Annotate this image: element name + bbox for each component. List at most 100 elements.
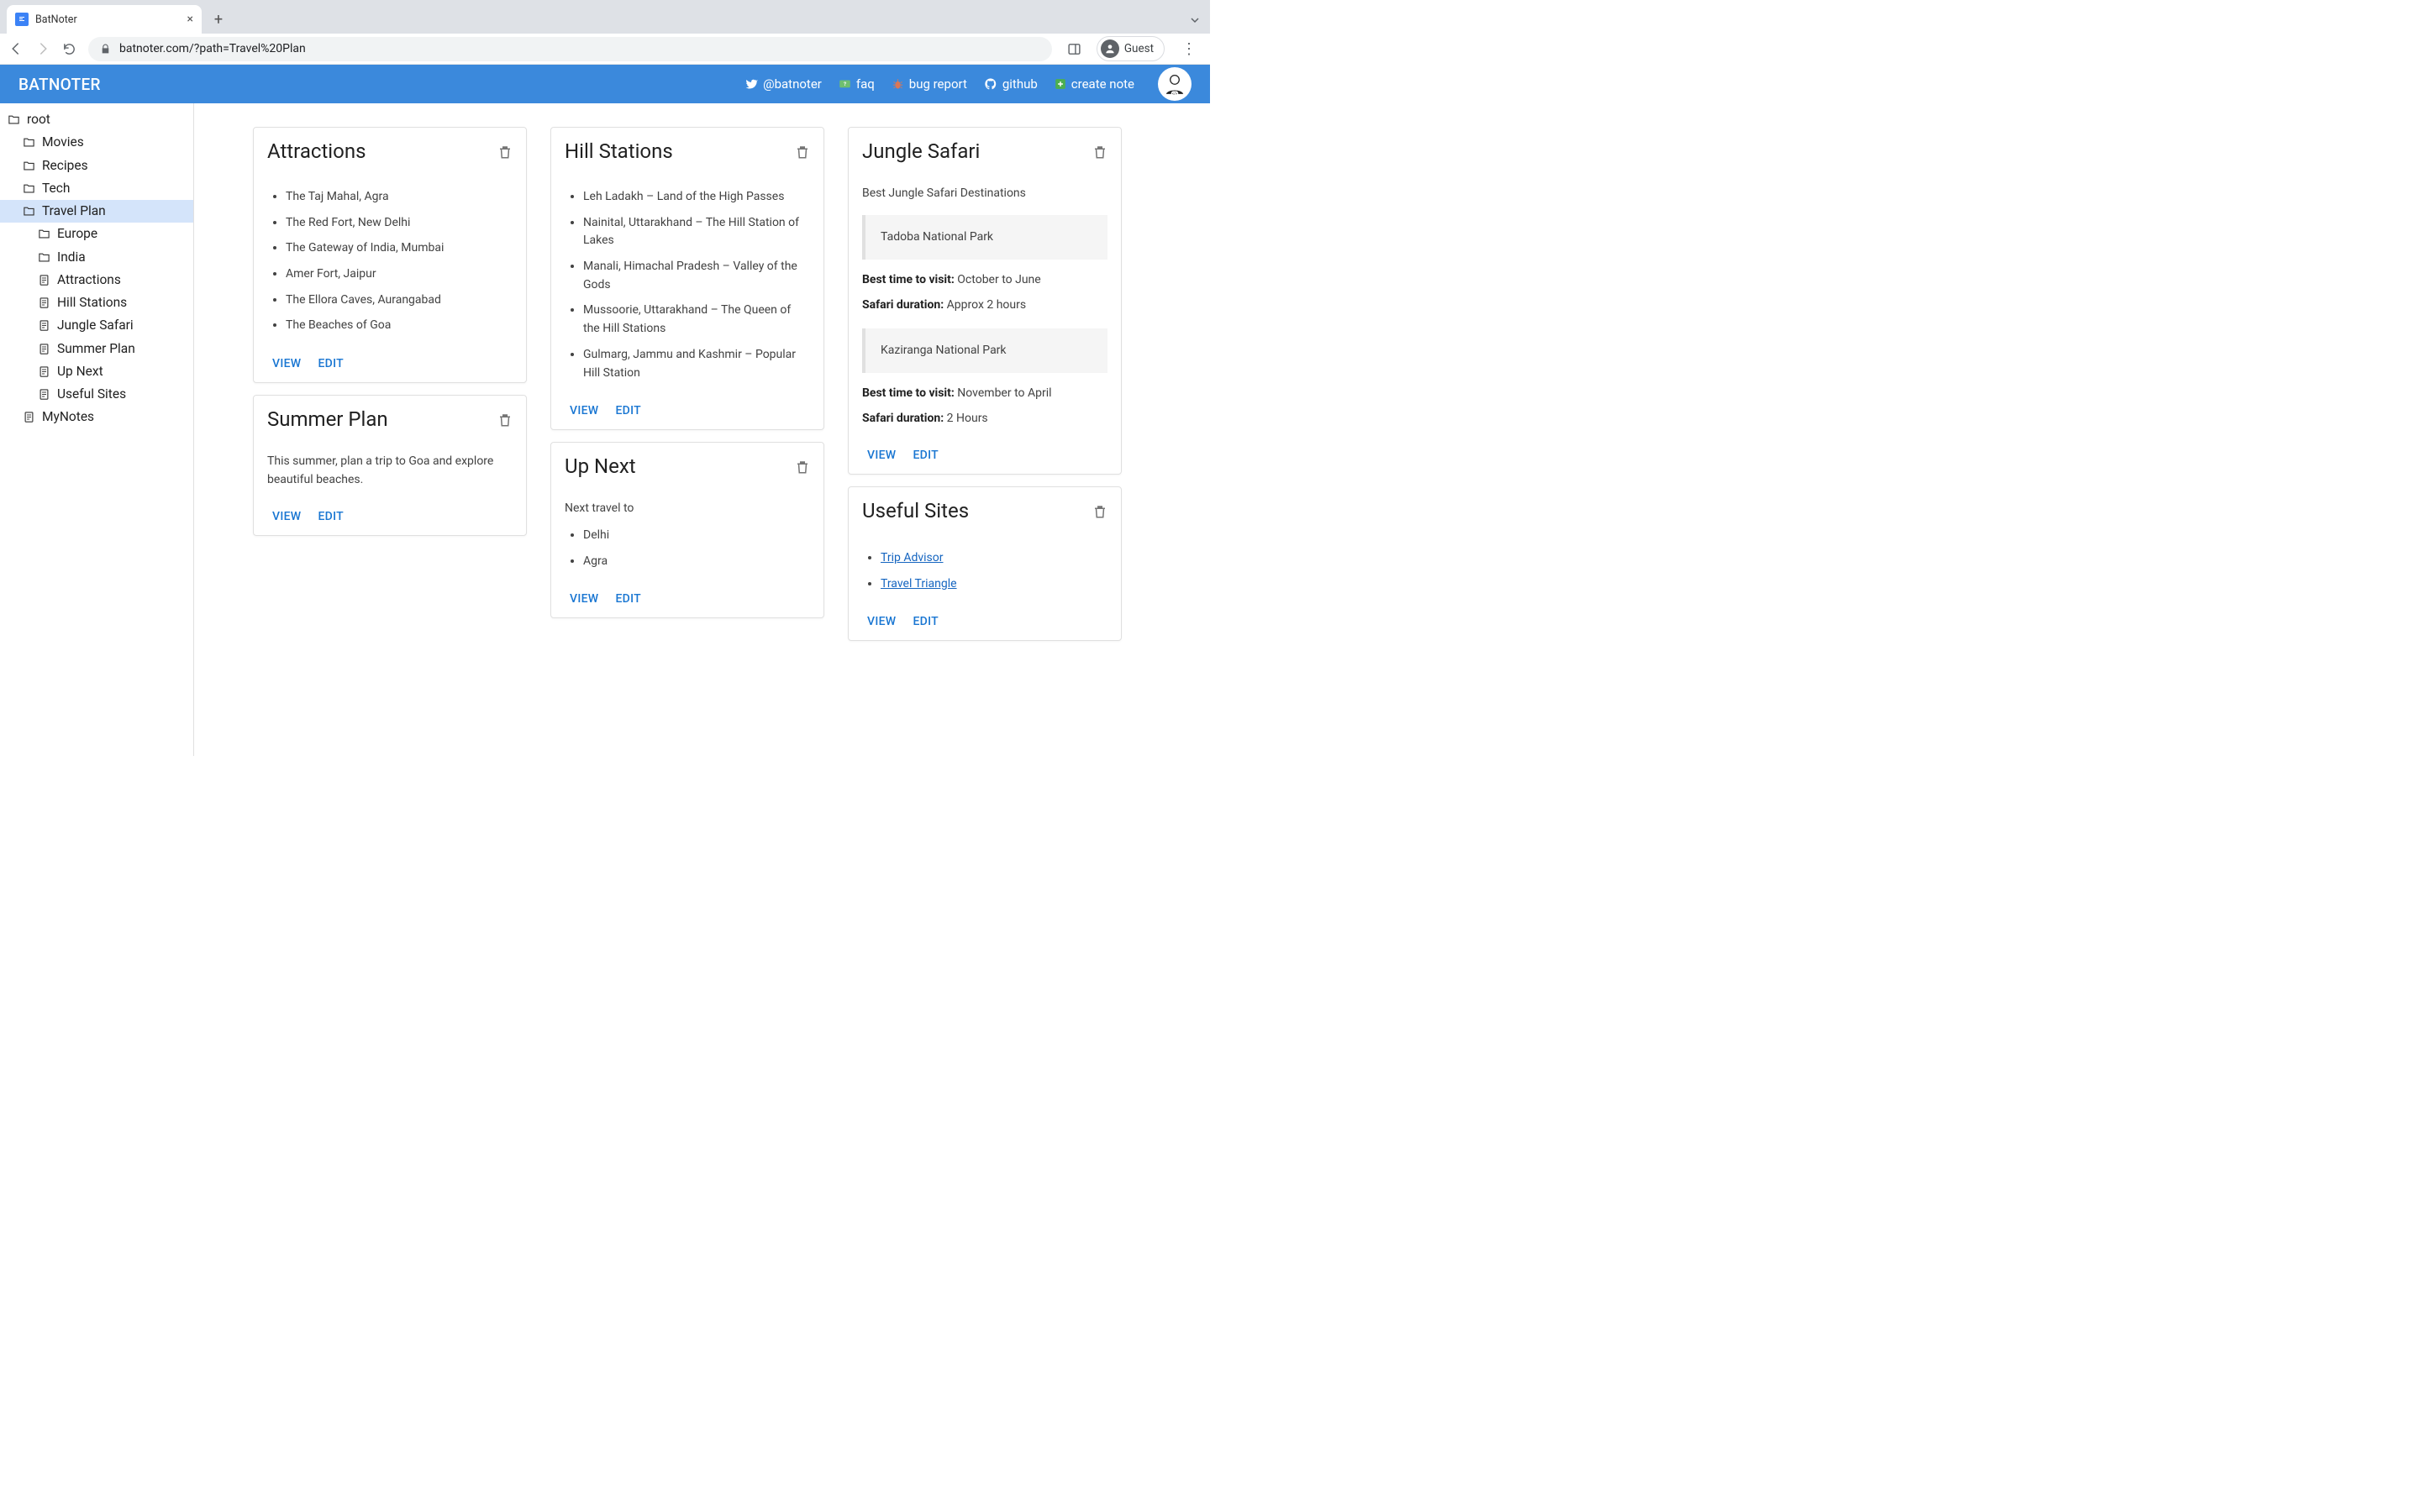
card-text: This summer, plan a trip to Goa and expl… xyxy=(267,453,513,489)
sidebar-item-label: MyNotes xyxy=(42,407,94,427)
close-icon[interactable]: × xyxy=(187,13,193,26)
card-attractions: Attractions The Taj Mahal, AgraThe Red F… xyxy=(253,127,527,383)
edit-button[interactable]: EDIT xyxy=(913,449,939,462)
trash-icon[interactable] xyxy=(1092,499,1107,519)
note-icon xyxy=(37,365,50,378)
folder-icon xyxy=(22,181,35,195)
sidebar-item-up-next[interactable]: Up Next xyxy=(0,360,193,383)
trash-icon[interactable] xyxy=(1092,139,1107,160)
card-intro: Next travel to xyxy=(565,500,810,518)
card-intro: Best Jungle Safari Destinations xyxy=(862,185,1107,203)
new-tab-button[interactable]: + xyxy=(207,8,230,31)
forward-button[interactable] xyxy=(35,41,50,56)
list-item: Delhi xyxy=(583,527,810,545)
sidebar-item-hill-stations[interactable]: Hill Stations xyxy=(0,291,193,314)
card-jungle-safari: Jungle Safari Best Jungle Safari Destina… xyxy=(848,127,1122,475)
view-button[interactable]: VIEW xyxy=(570,404,598,417)
sidebar-item-recipes[interactable]: Recipes xyxy=(0,155,193,177)
folder-icon xyxy=(22,159,35,172)
trash-icon[interactable] xyxy=(497,407,513,428)
github-icon xyxy=(984,77,997,91)
sidebar-item-label: Attractions xyxy=(57,270,121,290)
content-area: Attractions The Taj Mahal, AgraThe Red F… xyxy=(194,103,1210,756)
twitter-icon xyxy=(744,77,758,91)
sidebar-item-label: Recipes xyxy=(42,156,88,176)
card-title: Jungle Safari xyxy=(862,139,980,163)
sidebar-item-root[interactable]: root xyxy=(0,108,193,131)
edit-button[interactable]: EDIT xyxy=(318,510,344,523)
link[interactable]: Trip Advisor xyxy=(881,551,944,564)
sidebar-item-summer-plan[interactable]: Summer Plan xyxy=(0,338,193,360)
sidebar-item-label: Travel Plan xyxy=(42,202,106,221)
browser-toolbar: batnoter.com/?path=Travel%20Plan Guest ⋮ xyxy=(0,34,1210,65)
edit-button[interactable]: EDIT xyxy=(318,357,344,370)
list-item: The Taj Mahal, Agra xyxy=(286,188,513,207)
info-line: Safari duration: Approx 2 hours xyxy=(862,297,1107,315)
sidebar-item-mynotes[interactable]: MyNotes xyxy=(0,406,193,428)
lock-icon xyxy=(100,44,111,55)
sidebar-item-europe[interactable]: Europe xyxy=(0,223,193,245)
sidebar-item-tech[interactable]: Tech xyxy=(0,177,193,200)
tabs-dropdown-icon[interactable] xyxy=(1190,15,1200,25)
person-icon xyxy=(1101,39,1119,58)
view-button[interactable]: VIEW xyxy=(570,592,598,606)
list-item: Travel Triangle xyxy=(881,575,1107,594)
sidebar-item-label: Europe xyxy=(57,224,97,244)
reload-button[interactable] xyxy=(62,42,76,56)
edit-button[interactable]: EDIT xyxy=(615,592,641,606)
brand-title[interactable]: BATNOTER xyxy=(18,75,101,94)
list-item: Agra xyxy=(583,553,810,571)
view-button[interactable]: VIEW xyxy=(867,449,896,462)
back-button[interactable] xyxy=(8,41,24,56)
list-item: Mussoorie, Uttarakhand – The Queen of th… xyxy=(583,302,810,338)
view-button[interactable]: VIEW xyxy=(272,357,301,370)
browser-tab[interactable]: BatNoter × xyxy=(7,5,202,34)
browser-menu-button[interactable]: ⋮ xyxy=(1176,40,1202,58)
view-button[interactable]: VIEW xyxy=(867,615,896,628)
question-icon: ? xyxy=(839,78,851,91)
sidebar-item-travel-plan[interactable]: Travel Plan xyxy=(0,200,193,223)
create-note-button[interactable]: create note xyxy=(1055,76,1134,92)
trash-icon[interactable] xyxy=(795,139,810,160)
svg-text:?: ? xyxy=(844,80,846,87)
github-link[interactable]: github xyxy=(984,76,1038,92)
address-bar[interactable]: batnoter.com/?path=Travel%20Plan xyxy=(88,37,1052,61)
plus-icon xyxy=(1055,78,1066,90)
sidebar-item-label: Summer Plan xyxy=(57,339,135,359)
sidebar-item-label: Up Next xyxy=(57,362,103,381)
list-item: The Beaches of Goa xyxy=(286,317,513,335)
sidebar-item-useful-sites[interactable]: Useful Sites xyxy=(0,383,193,406)
sidebar-item-movies[interactable]: Movies xyxy=(0,131,193,154)
avatar[interactable]: </> xyxy=(1158,67,1192,101)
faq-link[interactable]: ? faq xyxy=(839,76,875,92)
info-line: Safari duration: 2 Hours xyxy=(862,410,1107,428)
sidebar-item-attractions[interactable]: Attractions xyxy=(0,269,193,291)
list-item: The Gateway of India, Mumbai xyxy=(286,239,513,258)
view-button[interactable]: VIEW xyxy=(272,510,301,523)
trash-icon[interactable] xyxy=(497,139,513,160)
folder-icon xyxy=(37,250,50,264)
list-item: Amer Fort, Jaipur xyxy=(286,265,513,284)
link[interactable]: Travel Triangle xyxy=(881,577,957,591)
sidebar-item-jungle-safari[interactable]: Jungle Safari xyxy=(0,314,193,337)
list-item: Trip Advisor xyxy=(881,549,1107,568)
bug-report-link[interactable]: bug report xyxy=(892,76,967,92)
side-panel-icon[interactable] xyxy=(1064,42,1085,56)
edit-button[interactable]: EDIT xyxy=(615,404,641,417)
sidebar-item-label: root xyxy=(27,110,50,129)
folder-icon xyxy=(22,205,35,218)
card-title: Summer Plan xyxy=(267,407,388,431)
note-icon xyxy=(37,388,50,402)
twitter-link[interactable]: @batnoter xyxy=(744,76,822,92)
trash-icon[interactable] xyxy=(795,454,810,475)
folder-icon xyxy=(22,136,35,150)
bug-icon xyxy=(892,78,904,91)
sidebar-item-label: Hill Stations xyxy=(57,293,127,312)
browser-tab-strip: BatNoter × + xyxy=(0,0,1210,34)
svg-text:</>: </> xyxy=(1172,92,1178,97)
list-item: Nainital, Uttarakhand – The Hill Station… xyxy=(583,214,810,250)
sidebar-item-india[interactable]: India xyxy=(0,246,193,269)
profile-button[interactable]: Guest xyxy=(1097,36,1165,61)
edit-button[interactable]: EDIT xyxy=(913,615,939,628)
note-icon xyxy=(37,319,50,333)
